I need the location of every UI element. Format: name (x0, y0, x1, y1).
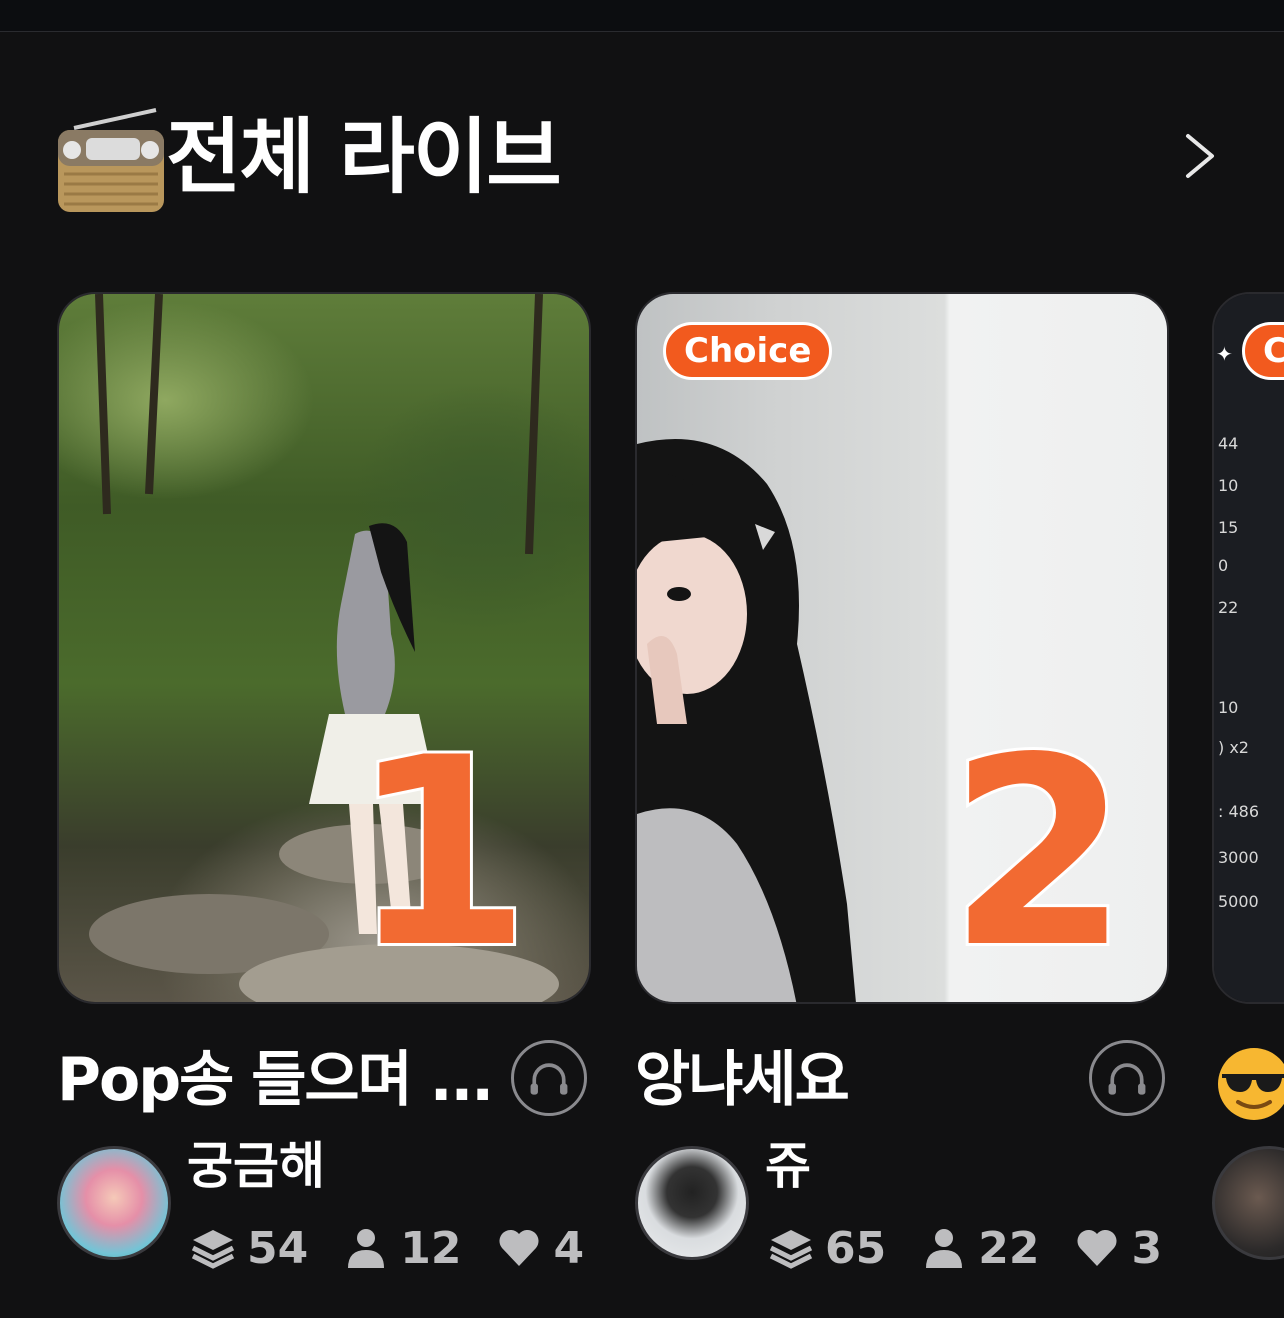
side-value: ) x2 (1218, 738, 1249, 757)
plays-count: 65 (825, 1222, 887, 1274)
live-card-2[interactable]: Choice 2 (635, 292, 1169, 1004)
headphone-icon[interactable] (1089, 1040, 1165, 1116)
section-header: 전체 라이브 (56, 96, 1236, 226)
side-value: 10 (1218, 476, 1239, 495)
live-card-1[interactable]: 1 (57, 292, 591, 1004)
nickname[interactable]: 궁금해 (187, 1136, 325, 1196)
live-card-info (1212, 1040, 1284, 1280)
likes-stat: 4 (497, 1223, 584, 1274)
listeners-stat: 12 (344, 1223, 461, 1274)
section-title: 전체 라이브 (166, 110, 562, 205)
stream-title[interactable]: Pop송 들으며 ... (57, 1044, 494, 1116)
live-card-3[interactable]: ✦ Cl 44 10 15 0 22 10 ) x2 : 486 3000 50… (1212, 292, 1284, 1004)
avatar[interactable] (57, 1146, 171, 1260)
live-card-info: 앙냐세요 쥬 65 22 3 (635, 1040, 1175, 1280)
side-value: 44 (1218, 434, 1239, 453)
chevron-right-icon[interactable] (1180, 132, 1220, 180)
nickname[interactable]: 쥬 (765, 1136, 811, 1196)
sparkle-icon: ✦ (1216, 342, 1233, 366)
likes-count: 3 (1131, 1222, 1163, 1274)
side-value: : 486 (1218, 802, 1260, 821)
choice-badge: Choice (663, 322, 833, 380)
side-value: 22 (1218, 598, 1239, 617)
layers-icon (769, 1230, 813, 1269)
avatar[interactable] (635, 1146, 749, 1260)
person-icon (926, 1229, 963, 1268)
rank-number: 2 (945, 703, 1132, 1004)
sunglasses-emoji-icon (1218, 1048, 1284, 1120)
plays-stat: 54 (191, 1223, 308, 1274)
live-card-info: Pop송 들으며 ... 궁금해 54 12 4 (57, 1040, 597, 1280)
top-bar (0, 0, 1284, 32)
side-value: 0 (1218, 556, 1229, 575)
rank-number: 1 (347, 703, 534, 1004)
radio-icon (58, 108, 164, 212)
avatar[interactable] (1212, 1146, 1284, 1260)
layers-icon (191, 1230, 235, 1269)
stats: 65 22 3 (769, 1218, 1198, 1278)
stats: 54 12 4 (191, 1218, 620, 1278)
plays-count: 54 (247, 1222, 309, 1274)
listeners-stat: 22 (922, 1223, 1039, 1274)
heart-icon (499, 1229, 539, 1266)
stream-title[interactable]: 앙냐세요 (635, 1044, 850, 1116)
listeners-count: 12 (400, 1222, 462, 1274)
side-value: 15 (1218, 518, 1239, 537)
likes-count: 4 (553, 1222, 585, 1274)
plays-stat: 65 (769, 1223, 886, 1274)
person-icon (348, 1229, 385, 1268)
side-value: 5000 (1218, 892, 1259, 911)
likes-stat: 3 (1075, 1223, 1162, 1274)
side-value: 3000 (1218, 848, 1259, 867)
headphone-icon[interactable] (511, 1040, 587, 1116)
listeners-count: 22 (978, 1222, 1040, 1274)
side-value: 10 (1218, 698, 1239, 717)
heart-icon (1077, 1229, 1117, 1266)
